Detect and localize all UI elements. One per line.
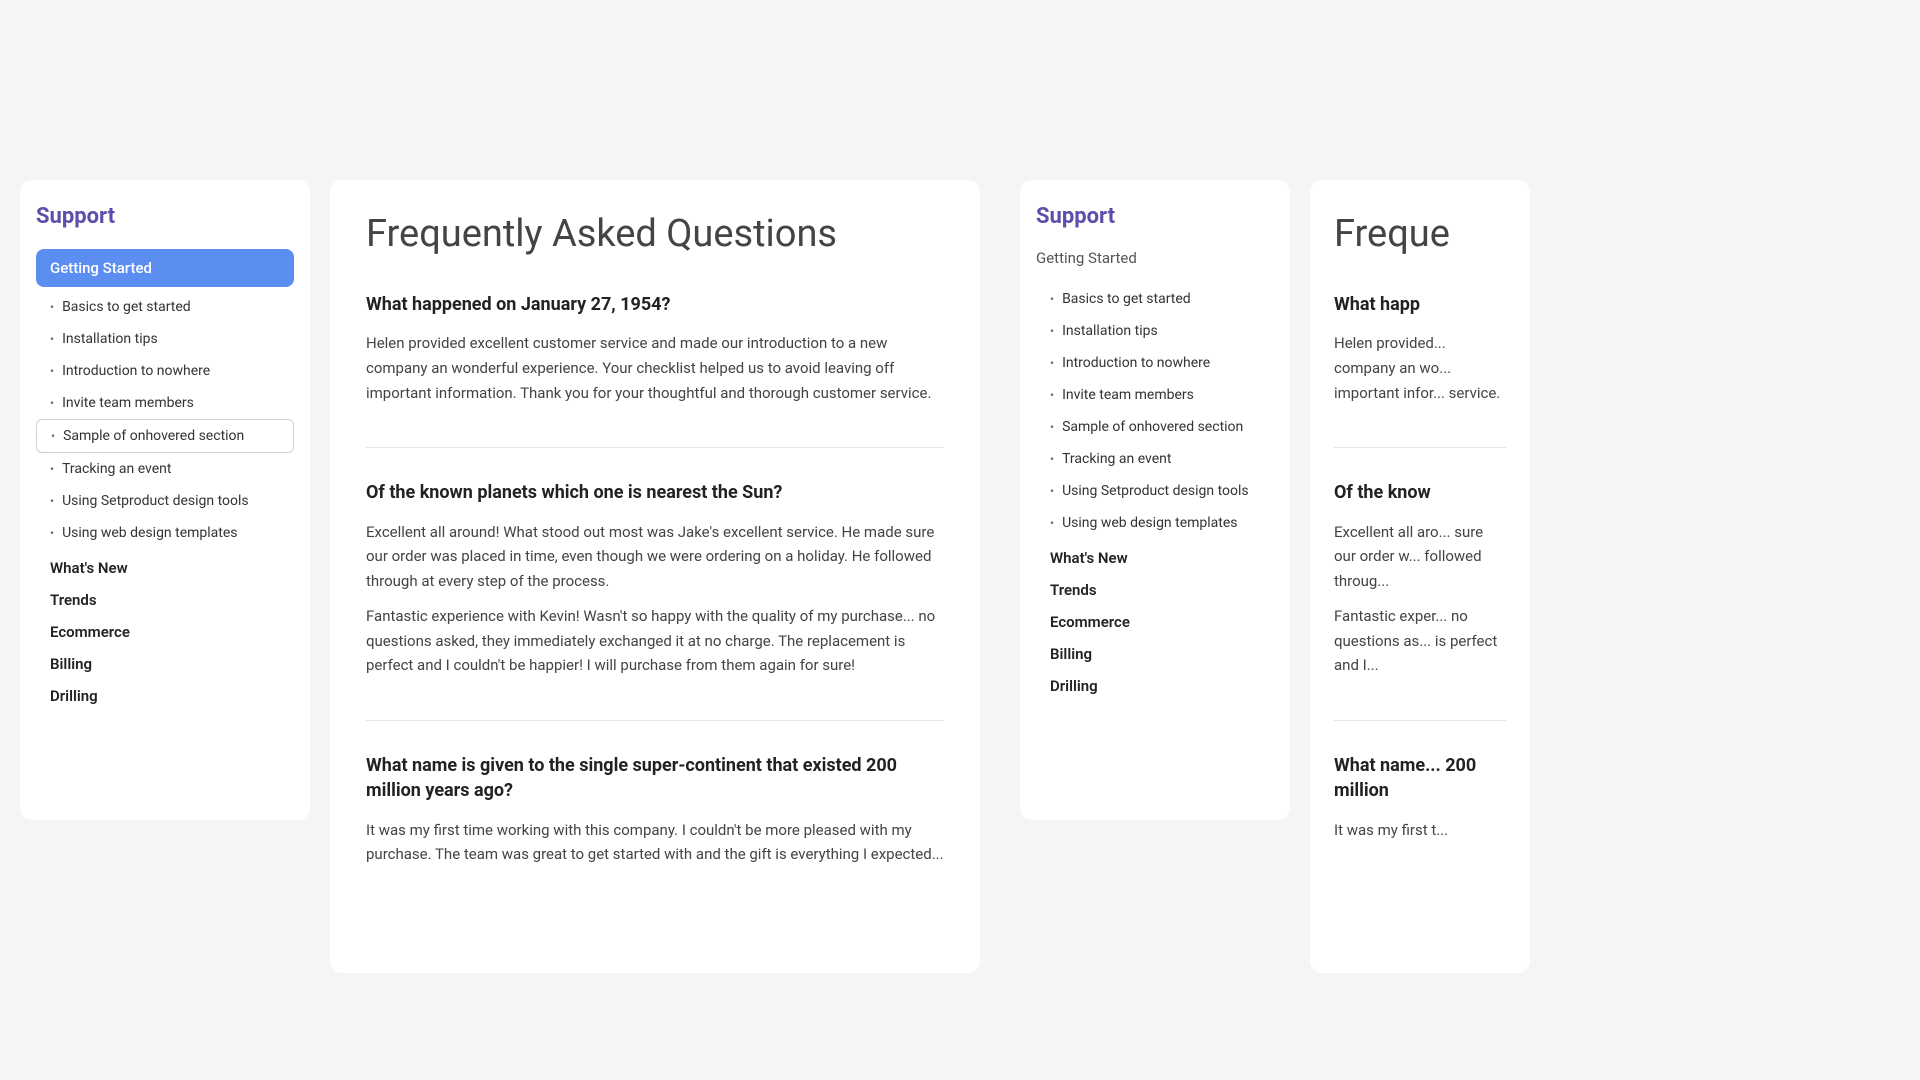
sidebar-section-drilling-1[interactable]: Drilling — [36, 677, 294, 709]
bullet-icon: • — [50, 396, 54, 410]
sidebar-item-setproduct-2[interactable]: • Using Setproduct design tools — [1036, 475, 1274, 507]
bullet-icon: • — [50, 526, 54, 540]
sidebar-2: Support Getting Started • Basics to get … — [1020, 180, 1290, 820]
sidebar-item-introduction-1[interactable]: • Introduction to nowhere — [36, 355, 294, 387]
faq-answer-p2-1: Excellent all aro... sure our order w...… — [1334, 520, 1506, 594]
faq-item-p1: What happ Helen provided... company an w… — [1334, 292, 1506, 448]
sidebar-section-trends-2[interactable]: Trends — [1036, 571, 1274, 603]
page-wrapper: Support Getting Started • Basics to get … — [0, 0, 1920, 1080]
sidebar-item-installation-2[interactable]: • Installation tips — [1036, 315, 1274, 347]
sidebar-title-2: Support — [1036, 204, 1274, 229]
faq-section-1: Frequently Asked Questions What happened… — [330, 180, 980, 973]
bullet-icon: • — [1050, 292, 1054, 306]
faq-item-p2: Of the know Excellent all aro... sure ou… — [1334, 480, 1506, 721]
faq-item-2: Of the known planets which one is neares… — [366, 480, 944, 721]
bullet-icon: • — [1050, 356, 1054, 370]
faq-item-3: What name is given to the single super-c… — [366, 753, 944, 909]
faq-question-2: Of the known planets which one is neares… — [366, 480, 944, 505]
sidebar-item-installation-1[interactable]: • Installation tips — [36, 323, 294, 355]
faq-answer-1-1: Helen provided excellent customer servic… — [366, 331, 944, 405]
faq-answer-2-1: Excellent all around! What stood out mos… — [366, 520, 944, 594]
bullet-icon: • — [50, 462, 54, 476]
faq-item-1: What happened on January 27, 1954? Helen… — [366, 292, 944, 448]
bullet-icon: • — [50, 364, 54, 378]
bullet-icon: • — [1050, 324, 1054, 338]
sidebar-item-basics-2[interactable]: • Basics to get started — [1036, 283, 1274, 315]
bullet-icon: • — [1050, 452, 1054, 466]
sidebar-section-ecommerce-2[interactable]: Ecommerce — [1036, 603, 1274, 635]
sidebar-section-billing-1[interactable]: Billing — [36, 645, 294, 677]
sidebar-section-whatsnew-1[interactable]: What's New — [36, 549, 294, 581]
sidebar-section-ecommerce-1[interactable]: Ecommerce — [36, 613, 294, 645]
faq-answer-p1-1: Helen provided... company an wo... impor… — [1334, 331, 1506, 405]
faq-answer-3-1: It was my first time working with this c… — [366, 818, 944, 868]
faq-question-1: What happened on January 27, 1954? — [366, 292, 944, 317]
faq-answer-2-2: Fantastic experience with Kevin! Wasn't … — [366, 604, 944, 678]
columns-container: Support Getting Started • Basics to get … — [0, 180, 1920, 973]
faq-item-p3: What name... 200 million It was my first… — [1334, 753, 1506, 884]
faq-title-1: Frequently Asked Questions — [366, 212, 944, 256]
faq-answer-p3-1: It was my first t... — [1334, 818, 1506, 843]
sidebar-section-trends-1[interactable]: Trends — [36, 581, 294, 613]
bullet-icon: • — [50, 300, 54, 314]
sidebar-item-setproduct-1[interactable]: • Using Setproduct design tools — [36, 485, 294, 517]
sidebar-item-basics-1[interactable]: • Basics to get started — [36, 291, 294, 323]
sidebar-active-section-1[interactable]: Getting Started — [36, 249, 294, 287]
sidebar-getting-started-2[interactable]: Getting Started — [1036, 249, 1274, 267]
sidebar-item-sample-1[interactable]: • Sample of onhovered section — [36, 419, 294, 453]
bullet-icon: • — [50, 494, 54, 508]
bullet-icon: • — [50, 332, 54, 346]
sidebar-section-billing-2[interactable]: Billing — [1036, 635, 1274, 667]
sidebar-item-webdesign-1[interactable]: • Using web design templates — [36, 517, 294, 549]
bullet-icon: • — [1050, 420, 1054, 434]
faq-question-p1: What happ — [1334, 292, 1506, 317]
bullet-icon: • — [51, 429, 55, 443]
sidebar-item-invite-2[interactable]: • Invite team members — [1036, 379, 1274, 411]
sidebar-section-drilling-2[interactable]: Drilling — [1036, 667, 1274, 699]
bullet-icon: • — [1050, 388, 1054, 402]
faq-question-3: What name is given to the single super-c… — [366, 753, 944, 803]
sidebar-item-sample-2[interactable]: • Sample of onhovered section — [1036, 411, 1274, 443]
bullet-icon: • — [1050, 484, 1054, 498]
sidebar-item-tracking-1[interactable]: • Tracking an event — [36, 453, 294, 485]
sidebar-item-introduction-2[interactable]: • Introduction to nowhere — [1036, 347, 1274, 379]
panel-2: Support Getting Started • Basics to get … — [1000, 180, 1530, 973]
faq-title-2: Freque — [1334, 212, 1506, 256]
panel-1: Support Getting Started • Basics to get … — [0, 180, 1000, 973]
faq-question-p2: Of the know — [1334, 480, 1506, 505]
bullet-icon: • — [1050, 516, 1054, 530]
sidebar-title-1: Support — [36, 204, 294, 229]
faq-section-2: Freque What happ Helen provided... compa… — [1310, 180, 1530, 973]
sidebar-item-invite-1[interactable]: • Invite team members — [36, 387, 294, 419]
sidebar-item-webdesign-2[interactable]: • Using web design templates — [1036, 507, 1274, 539]
sidebar-1: Support Getting Started • Basics to get … — [20, 180, 310, 820]
faq-question-p3: What name... 200 million — [1334, 753, 1506, 803]
sidebar-item-tracking-2[interactable]: • Tracking an event — [1036, 443, 1274, 475]
faq-answer-p2-2: Fantastic exper... no questions as... is… — [1334, 604, 1506, 678]
sidebar-section-whatsnew-2[interactable]: What's New — [1036, 539, 1274, 571]
